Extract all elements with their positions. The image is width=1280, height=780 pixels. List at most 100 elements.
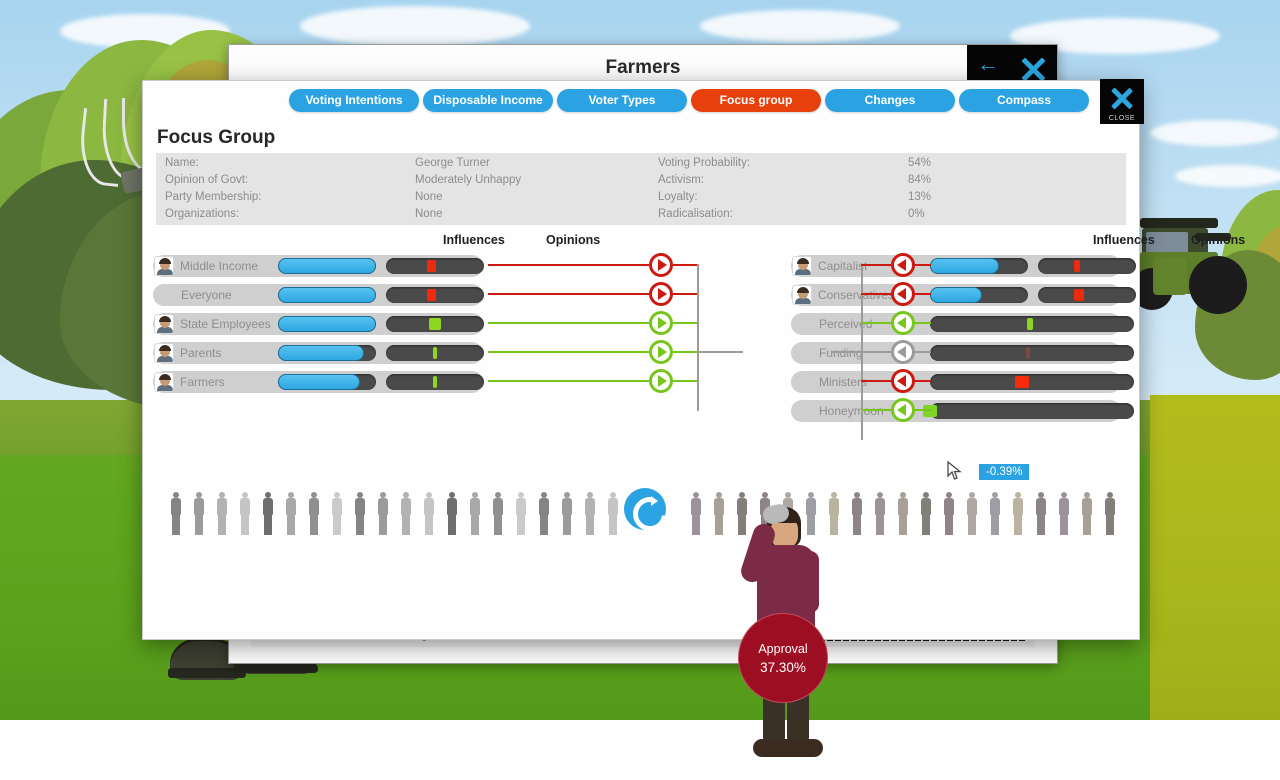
approval-badge: Approval 37.30% [738, 613, 828, 703]
info-value: 13% [908, 189, 1117, 206]
influence-arrow-green [649, 311, 673, 335]
influence-arrow-green [649, 369, 673, 393]
right-influences-header: Influences [1093, 233, 1155, 247]
info-value: 0% [908, 206, 1117, 223]
opinion-bar[interactable] [1038, 287, 1136, 303]
crowd-figure [1006, 492, 1029, 536]
opinion-bar[interactable] [1038, 258, 1136, 274]
opinion-bar[interactable] [386, 374, 484, 390]
influence-bar-fill [278, 287, 376, 303]
opinion-marker [427, 260, 436, 272]
influence-bar[interactable] [930, 258, 1028, 274]
opinion-marker [433, 347, 437, 359]
refresh-icon[interactable] [624, 488, 666, 530]
influence-arrow-grey [891, 340, 915, 364]
wire [673, 351, 699, 353]
opinion-marker [427, 289, 436, 301]
wire [913, 380, 931, 382]
panel-close-button[interactable]: CLOSE [1100, 79, 1144, 124]
wire [488, 264, 649, 266]
crowd-figure [983, 492, 1006, 536]
info-label: Party Membership: [165, 189, 415, 206]
crowd-figure [1075, 492, 1098, 536]
influence-bar-fill [278, 258, 376, 274]
figure-shoe-right [783, 739, 823, 757]
crowd-figure [1029, 492, 1052, 536]
influence-bar[interactable] [278, 316, 376, 332]
wire [913, 322, 931, 324]
tractor-roof [1140, 218, 1218, 228]
wire [861, 322, 893, 324]
figure-arm-right [801, 551, 819, 613]
left-center-wire [697, 351, 743, 353]
crowd-figure [509, 492, 532, 536]
tab-compass[interactable]: Compass [959, 89, 1089, 112]
tractor-wheel [1189, 256, 1247, 314]
wire [913, 409, 931, 411]
opinion-bar[interactable] [386, 287, 484, 303]
wire [861, 351, 893, 353]
approval-value: 37.30% [760, 660, 806, 675]
crowd-figure [555, 492, 578, 536]
influence-bar[interactable] [278, 345, 376, 361]
tab-voting-intentions[interactable]: Voting Intentions [289, 89, 419, 112]
influence-bar[interactable] [930, 287, 1028, 303]
opinion-bar[interactable] [386, 345, 484, 361]
crowd-figure [233, 492, 256, 536]
influence-bar-fill [278, 345, 364, 361]
avatar [154, 343, 174, 363]
tab-focus-group[interactable]: Focus group [691, 89, 821, 112]
right-center-wire [831, 351, 863, 353]
avatar [792, 285, 812, 305]
left-bus-wire [697, 264, 699, 411]
wire [488, 351, 649, 353]
tab-changes[interactable]: Changes [825, 89, 955, 112]
crowd-figure [210, 492, 233, 536]
wire [861, 409, 893, 411]
influence-arrow-red [649, 282, 673, 306]
panel-close-label: CLOSE [1100, 115, 1144, 122]
opinion-bar[interactable] [930, 403, 1134, 419]
crop-field [1150, 395, 1280, 720]
avatar [154, 372, 174, 392]
crowd-figure [914, 492, 937, 536]
opinion-bar[interactable] [930, 345, 1134, 361]
group-name: Funding [819, 346, 862, 360]
crowd-figure [707, 492, 730, 536]
crowd-figure [1098, 492, 1121, 536]
crowd-figure [440, 492, 463, 536]
group-name: Middle Income [180, 259, 258, 273]
influence-bar[interactable] [278, 374, 376, 390]
influence-bar[interactable] [278, 258, 376, 274]
opinion-bar[interactable] [386, 316, 484, 332]
influence-bar[interactable] [278, 287, 376, 303]
crowd-figure [601, 492, 624, 536]
influence-arrow-green [891, 398, 915, 422]
avatar [792, 256, 812, 276]
wire [673, 322, 699, 324]
crowd-figure [417, 492, 440, 536]
opinion-bar[interactable] [930, 316, 1134, 332]
influence-bar-fill [930, 258, 999, 274]
tab-disposable-income[interactable]: Disposable Income [423, 89, 553, 112]
crowd-figure [532, 492, 555, 536]
opinion-bar[interactable] [930, 374, 1134, 390]
crowd-figure [684, 492, 707, 536]
left-opinions-header: Opinions [546, 233, 600, 247]
info-label: Opinion of Govt: [165, 172, 415, 189]
wire [488, 293, 649, 295]
opinion-marker [1074, 260, 1080, 272]
cloud [1175, 165, 1280, 187]
crowd-figure [1052, 492, 1075, 536]
focus-group-panel: Voting IntentionsDisposable IncomeVoter … [142, 80, 1140, 640]
crowd-figure [394, 492, 417, 536]
back-arrow-icon[interactable]: ← [967, 45, 1009, 83]
wire [488, 380, 649, 382]
wire [913, 264, 931, 266]
cloud [700, 10, 900, 42]
crowd-figure [891, 492, 914, 536]
influence-bar-fill [278, 316, 376, 332]
influence-arrow-red [891, 369, 915, 393]
tab-voter-types[interactable]: Voter Types [557, 89, 687, 112]
opinion-bar[interactable] [386, 258, 484, 274]
